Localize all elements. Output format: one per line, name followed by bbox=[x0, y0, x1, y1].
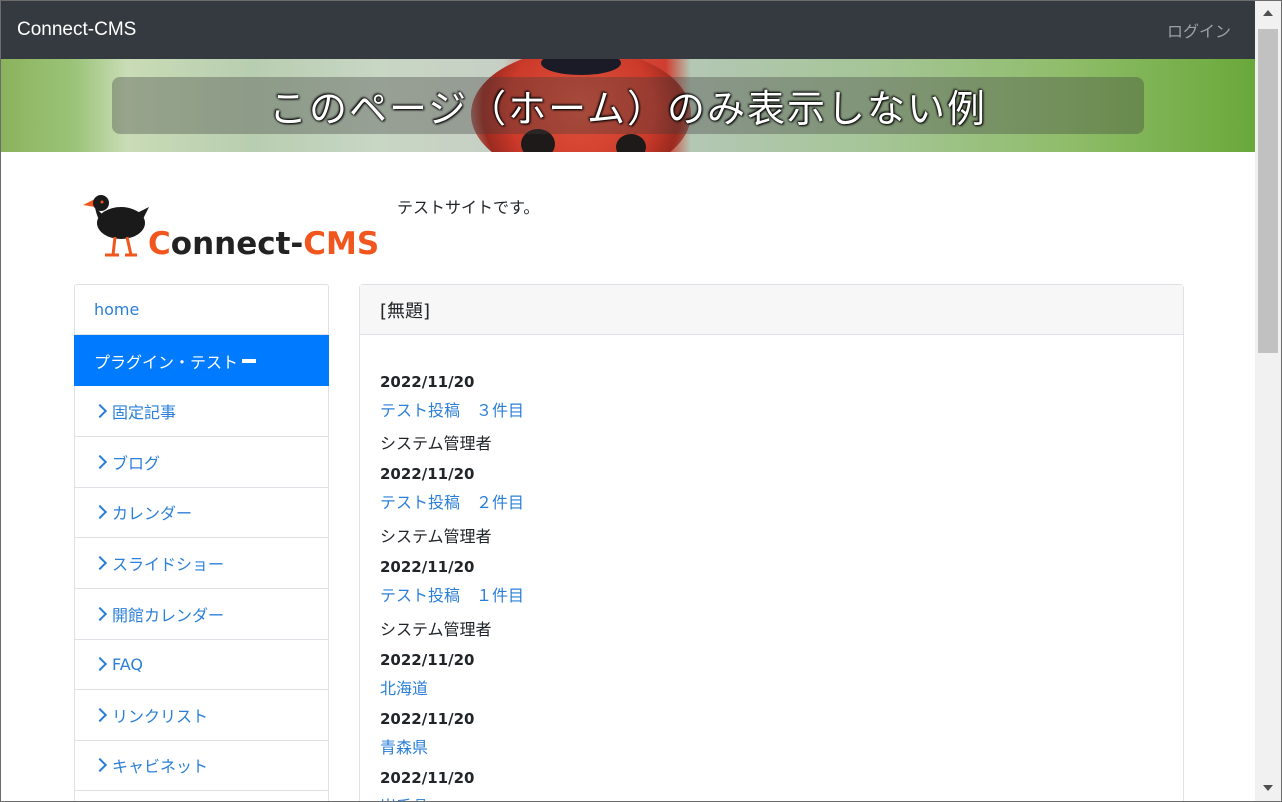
panel-title: [無題] bbox=[360, 285, 1183, 335]
sidebar-item-cabinet[interactable]: キャビネット bbox=[74, 740, 329, 791]
chevron-right-icon bbox=[92, 606, 108, 622]
entry-title-link[interactable]: テスト投稿 １件目 bbox=[380, 582, 524, 606]
sidebar-item-plugin-test[interactable]: プラグイン・テスト bbox=[74, 335, 329, 386]
chevron-right-icon bbox=[92, 454, 108, 470]
entry-title-link[interactable]: 岩手県 bbox=[380, 793, 428, 801]
sidebar-item-label: リンクリスト bbox=[112, 707, 209, 726]
hero-banner: このページ（ホーム）のみ表示しない例 bbox=[1, 59, 1255, 152]
entry-author: システム管理者 bbox=[380, 620, 492, 639]
entry-date: 2022/11/20 bbox=[380, 373, 475, 391]
sidebar-item-blog[interactable]: ブログ bbox=[74, 437, 329, 488]
entry-date: 2022/11/20 bbox=[380, 710, 475, 728]
chevron-right-icon bbox=[92, 757, 108, 773]
sidebar-item-label: キャビネット bbox=[112, 757, 209, 776]
chevron-right-icon bbox=[92, 504, 108, 520]
sidebar-item-slideshow[interactable]: スライドショー bbox=[74, 538, 329, 589]
site-logo[interactable]: Connect-CMS bbox=[81, 189, 385, 262]
vertical-scrollbar[interactable] bbox=[1255, 1, 1281, 801]
sidebar-menu: home プラグイン・テスト 固定記事 ブログ カレンダー スライドショー 開館… bbox=[74, 284, 329, 801]
entry-title-link[interactable]: テスト投稿 ２件目 bbox=[380, 489, 524, 513]
entry-date: 2022/11/20 bbox=[380, 769, 475, 787]
sidebar-item-opening-calendar[interactable]: 開館カレンダー bbox=[74, 589, 329, 640]
sidebar-item-label: home bbox=[94, 299, 140, 319]
sidebar-item-fixed-article[interactable]: 固定記事 bbox=[74, 386, 329, 437]
sidebar-item-label: 固定記事 bbox=[112, 403, 177, 422]
entry-date: 2022/11/20 bbox=[380, 465, 475, 483]
sidebar-item-linklist[interactable]: リンクリスト bbox=[74, 690, 329, 741]
logo-wordmark: Connect-CMS bbox=[148, 226, 379, 261]
sidebar-item-label: ブログ bbox=[112, 454, 161, 473]
chevron-right-icon bbox=[92, 403, 108, 419]
brand-link[interactable]: Connect-CMS bbox=[17, 19, 136, 41]
sidebar-item-label: FAQ bbox=[112, 654, 143, 674]
entry-author: システム管理者 bbox=[380, 527, 492, 546]
login-link[interactable]: ログイン bbox=[1167, 18, 1231, 42]
chevron-right-icon bbox=[92, 707, 108, 723]
entry-date: 2022/11/20 bbox=[380, 558, 475, 576]
sidebar-item-faq[interactable]: FAQ bbox=[74, 639, 329, 690]
scroll-down-arrow-icon[interactable] bbox=[1263, 785, 1273, 791]
scroll-up-arrow-icon[interactable] bbox=[1263, 10, 1273, 16]
entry-date: 2022/11/20 bbox=[380, 651, 475, 669]
scrollbar-thumb[interactable] bbox=[1258, 29, 1278, 353]
bird-icon bbox=[83, 195, 149, 257]
entry-title-link[interactable]: テスト投稿 ３件目 bbox=[380, 397, 524, 421]
sidebar-item-label: スライドショー bbox=[112, 555, 225, 574]
hero-title: このページ（ホーム）のみ表示しない例 bbox=[268, 87, 988, 131]
sidebar-item-calendar[interactable]: カレンダー bbox=[74, 487, 329, 538]
entry-title-link[interactable]: 北海道 bbox=[380, 675, 428, 699]
hero-caption-box: このページ（ホーム）のみ表示しない例 bbox=[112, 77, 1144, 134]
chevron-right-icon bbox=[92, 656, 108, 672]
sidebar-item-home[interactable]: home bbox=[74, 284, 329, 335]
entry-author: システム管理者 bbox=[380, 434, 492, 453]
sidebar-item-label: 開館カレンダー bbox=[112, 606, 225, 625]
entry-title-link[interactable]: 青森県 bbox=[380, 734, 428, 758]
sidebar-item-label: カレンダー bbox=[112, 504, 193, 523]
top-navbar: Connect-CMS ログイン bbox=[1, 1, 1255, 59]
site-description: テストサイトです。 bbox=[397, 198, 540, 217]
chevron-right-icon bbox=[92, 555, 108, 571]
minus-icon bbox=[242, 358, 257, 363]
browser-viewport: Connect-CMS ログイン このページ（ホーム）のみ表示しない例 Conn… bbox=[0, 0, 1282, 802]
content-panel: [無題] 2022/11/20 テスト投稿 ３件目 システム管理者 2022/1… bbox=[359, 284, 1184, 801]
sidebar-item-label: プラグイン・テスト bbox=[94, 352, 239, 372]
